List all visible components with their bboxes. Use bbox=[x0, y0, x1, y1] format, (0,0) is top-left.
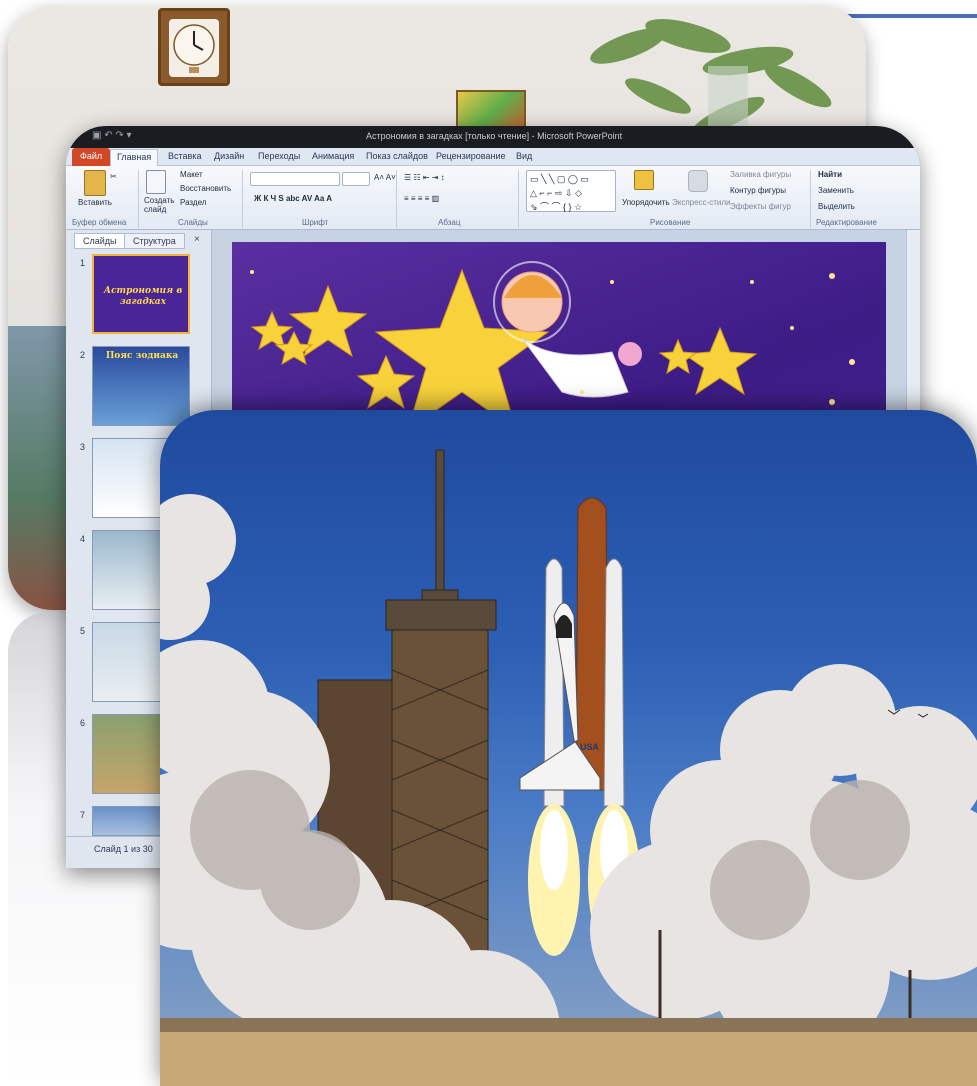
thumbnail-caption: Астрономия в загадках bbox=[103, 286, 183, 307]
thumbnail-number: 1 bbox=[80, 258, 86, 268]
tab-animations[interactable]: Анимация bbox=[312, 151, 354, 161]
font-grow-icon[interactable]: A˄ A˅ bbox=[374, 173, 396, 182]
shape-effects-button[interactable]: Эффекты фигур bbox=[730, 202, 791, 211]
tab-view[interactable]: Вид bbox=[516, 151, 532, 161]
cut-icon[interactable]: ✂ bbox=[110, 172, 117, 181]
arrange-button[interactable]: Упорядочить bbox=[622, 198, 670, 207]
paragraph-group-label: Абзац bbox=[438, 218, 461, 227]
font-size-box[interactable] bbox=[342, 172, 370, 186]
thumbnail-number: 3 bbox=[80, 442, 86, 452]
layout-button[interactable]: Макет bbox=[180, 170, 203, 179]
window-titlebar: ▣ ↶ ↷ ▾ Астрономия в загадках [только чт… bbox=[66, 126, 920, 148]
thumbnail-number: 4 bbox=[80, 534, 86, 544]
wall-clock-image bbox=[158, 8, 230, 86]
font-format-icons[interactable]: Ж К Ч S abc AV Aa A bbox=[254, 194, 332, 203]
hanging-plant-image bbox=[590, 19, 832, 136]
shapes-icons-row3: ⇘ ⌒ ⌒ { } ☆ bbox=[530, 202, 583, 212]
thumbnail-caption: Пояс зодиака bbox=[105, 351, 179, 361]
shuttle-launch-photo: USA bbox=[160, 410, 977, 1086]
shape-fill-button[interactable]: Заливка фигуры bbox=[730, 170, 791, 179]
thumbnail-number: 6 bbox=[80, 718, 86, 728]
find-button[interactable]: Найти bbox=[818, 170, 842, 179]
slide-thumbnail-1[interactable]: Астрономия в загадках bbox=[92, 254, 190, 334]
shapes-icons: ▭ ╲ ╲ ▢ ◯ ▭ bbox=[530, 174, 589, 184]
font-name-box[interactable] bbox=[250, 172, 340, 186]
new-slide-button[interactable]: Создать слайд bbox=[144, 196, 176, 214]
orbiter-marking: USA bbox=[580, 742, 600, 752]
editing-group-label: Редактирование bbox=[816, 218, 877, 227]
tab-slides[interactable]: Слайды bbox=[74, 233, 126, 249]
clipboard-group-label: Буфер обмена bbox=[72, 218, 127, 227]
ribbon-separator bbox=[518, 170, 519, 228]
paste-button[interactable]: Вставить bbox=[78, 198, 112, 207]
ribbon-separator bbox=[242, 170, 243, 228]
thumbnail-number: 2 bbox=[80, 350, 86, 360]
quick-access-toolbar[interactable]: ▣ ↶ ↷ ▾ bbox=[92, 130, 132, 141]
align-icons[interactable]: ≡ ≡ ≡ ≡ ▥ bbox=[404, 194, 439, 203]
drawing-group-label: Рисование bbox=[650, 218, 691, 227]
font-group-label: Шрифт bbox=[302, 218, 329, 227]
select-button[interactable]: Выделить bbox=[818, 202, 855, 211]
ribbon-separator bbox=[810, 170, 811, 228]
tab-home[interactable]: Главная bbox=[110, 149, 159, 166]
close-icon[interactable]: × bbox=[194, 234, 200, 245]
tab-review[interactable]: Рецензирование bbox=[436, 151, 506, 161]
tab-slide-show[interactable]: Показ слайдов bbox=[366, 151, 428, 161]
ribbon-separator bbox=[396, 170, 397, 228]
replace-button[interactable]: Заменить bbox=[818, 186, 854, 195]
shapes-icons-row2: △ ⌐ ⌐ ⇨ ⇩ ◇ bbox=[530, 188, 582, 198]
tab-insert[interactable]: Вставка bbox=[168, 151, 201, 161]
shuttle-launch-illustration: USA bbox=[160, 449, 977, 1086]
quick-styles-icon bbox=[688, 170, 708, 192]
slides-group-label: Слайды bbox=[178, 218, 208, 227]
section-button[interactable]: Раздел bbox=[180, 198, 206, 207]
tab-file[interactable]: Файл bbox=[72, 148, 111, 166]
tab-transitions[interactable]: Переходы bbox=[258, 151, 300, 161]
paste-icon bbox=[84, 170, 106, 196]
ribbon: Вставить ✂ Буфер обмена Создать слайд Ма… bbox=[66, 166, 920, 230]
arrange-icon bbox=[634, 170, 654, 190]
quick-styles-button[interactable]: Экспресс-стили bbox=[672, 198, 731, 207]
ribbon-separator bbox=[138, 170, 139, 228]
list-icons[interactable]: ☰ ☷ ⇤ ⇥ ↕ bbox=[404, 173, 445, 182]
thumbnail-number: 7 bbox=[80, 810, 86, 820]
new-slide-icon bbox=[146, 170, 166, 194]
reset-button[interactable]: Восстановить bbox=[180, 184, 231, 193]
ribbon-tab-bar: Файл Главная Вставка Дизайн Переходы Ани… bbox=[66, 148, 920, 166]
slide-counter: Слайд 1 из 30 bbox=[94, 844, 153, 854]
shape-outline-button[interactable]: Контур фигуры bbox=[730, 186, 786, 195]
tab-design[interactable]: Дизайн bbox=[214, 151, 244, 161]
thumbnail-number: 5 bbox=[80, 626, 86, 636]
tab-outline[interactable]: Структура bbox=[124, 233, 185, 249]
window-title: Астрономия в загадках [только чтение] - … bbox=[366, 131, 623, 141]
